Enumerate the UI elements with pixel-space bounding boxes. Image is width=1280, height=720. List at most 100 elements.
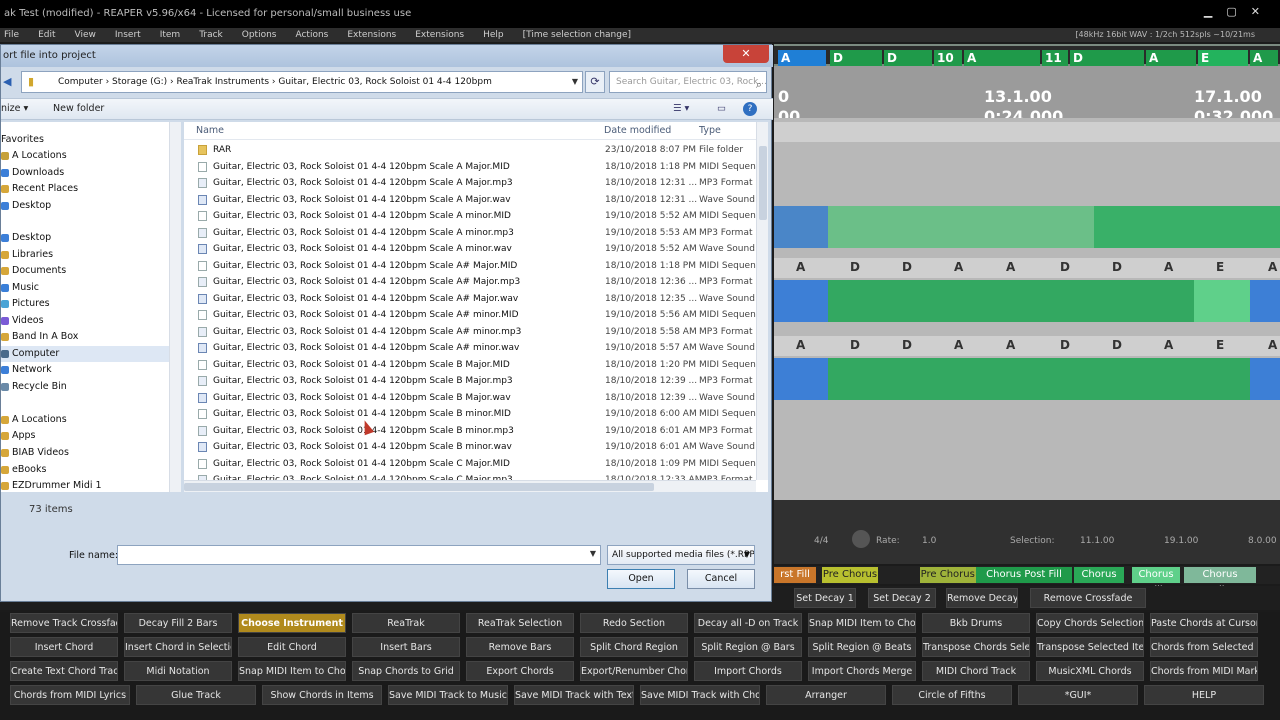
- action-button[interactable]: Snap MIDI Item to Chords: [808, 613, 916, 633]
- file-row[interactable]: RAR 23/10/2018 8:07 PM File folder: [184, 142, 756, 159]
- file-row[interactable]: Guitar, Electric 03, Rock Soloist 01 4-4…: [184, 192, 756, 209]
- chord-lane[interactable]: ADDAADDAEA: [774, 336, 1280, 356]
- nav-item[interactable]: Apps: [1, 428, 36, 444]
- filename-input[interactable]: ▼: [117, 545, 601, 565]
- menu-item[interactable]: Help: [483, 28, 504, 42]
- nav-item[interactable]: Band In A Box: [1, 329, 78, 345]
- nav-item[interactable]: Network: [1, 362, 52, 378]
- file-row[interactable]: Guitar, Electric 03, Rock Soloist 01 4-4…: [184, 324, 756, 341]
- window-controls[interactable]: ▁▢✕: [1204, 5, 1274, 18]
- nav-item[interactable]: Libraries: [1, 247, 53, 263]
- region-header[interactable]: E: [1198, 50, 1248, 66]
- audio-item[interactable]: [774, 206, 1280, 248]
- file-row[interactable]: Guitar, Electric 03, Rock Soloist 01 4-4…: [184, 373, 756, 390]
- file-row[interactable]: Guitar, Electric 03, Rock Soloist 01 4-4…: [184, 307, 756, 324]
- search-input[interactable]: Search Guitar, Electric 03, Rock... ⌕: [609, 71, 767, 93]
- action-button[interactable]: Save MIDI Track to MusicXML with Chords: [388, 685, 508, 705]
- menu-item[interactable]: Insert: [115, 28, 141, 42]
- file-row[interactable]: Guitar, Electric 03, Rock Soloist 01 4-4…: [184, 241, 756, 258]
- action-button[interactable]: Import Chords: [694, 661, 802, 681]
- action-button[interactable]: Paste Chords at Cursor: [1150, 613, 1258, 633]
- action-button[interactable]: Redo Section: [580, 613, 688, 633]
- region-header[interactable]: A: [1146, 50, 1196, 66]
- hscroll-thumb[interactable]: [184, 483, 654, 491]
- column-date[interactable]: Date modified: [604, 122, 671, 140]
- filetype-select[interactable]: All supported media files (*.RPP ▼: [607, 545, 755, 565]
- open-button[interactable]: Open: [607, 569, 675, 589]
- horizontal-scrollbar[interactable]: [184, 480, 756, 492]
- breadcrumb-path[interactable]: Computer › Storage (G:) › ReaTrak Instru…: [58, 77, 492, 87]
- file-row[interactable]: Guitar, Electric 03, Rock Soloist 01 4-4…: [184, 439, 756, 456]
- region-lane[interactable]: A D D 10 A 11 D A E A: [774, 46, 1280, 66]
- region-header[interactable]: 10: [934, 50, 962, 66]
- maximize-icon[interactable]: ▢: [1226, 5, 1250, 18]
- menu-item[interactable]: [Time selection change]: [523, 28, 631, 42]
- action-button[interactable]: Midi Notation: [124, 661, 232, 681]
- organize-button[interactable]: nize ▾: [1, 99, 28, 119]
- menu-item[interactable]: Options: [242, 28, 277, 42]
- refresh-button[interactable]: ⟳: [585, 71, 605, 93]
- menu-item[interactable]: Extensions: [415, 28, 464, 42]
- menu-item[interactable]: Edit: [38, 28, 55, 42]
- menu-item[interactable]: File: [4, 28, 19, 42]
- arrange-view[interactable]: A D D 10 A 11 D A E A 0 00 13.1.00 0:24.000 17.1.00 0:…: [774, 44, 1280, 500]
- action-button[interactable]: Save MIDI Track with Text Chords: [514, 685, 634, 705]
- action-button[interactable]: *GUI*: [1018, 685, 1138, 705]
- action-button[interactable]: Remove Bars: [466, 637, 574, 657]
- new-folder-button[interactable]: New folder: [53, 99, 104, 119]
- nav-item[interactable]: Documents: [1, 263, 66, 279]
- action-button[interactable]: Copy Chords Selection >: [1036, 613, 1144, 633]
- action-button[interactable]: Import Chords Merge: [808, 661, 916, 681]
- chevron-down-icon[interactable]: ▼: [590, 549, 596, 558]
- file-row[interactable]: Guitar, Electric 03, Rock Soloist 01 4-4…: [184, 423, 756, 440]
- action-button[interactable]: Decay Fill 2 Bars: [124, 613, 232, 633]
- action-button[interactable]: Arranger: [766, 685, 886, 705]
- action-button[interactable]: Create Text Chord Track: [10, 661, 118, 681]
- action-button[interactable]: Remove Track Crossfades: [10, 613, 118, 633]
- nav-item[interactable]: A Locations: [1, 412, 67, 428]
- region-button[interactable]: Chorus: [1074, 567, 1124, 583]
- action-button[interactable]: Chords from Selected Notes: [1150, 637, 1258, 657]
- action-button[interactable]: Insert Chord in Selection: [124, 637, 232, 657]
- region-button[interactable]: Pre Chorus: [822, 567, 878, 583]
- region-header[interactable]: A: [1250, 50, 1278, 66]
- nav-item[interactable]: Videos: [1, 313, 44, 329]
- nav-item[interactable]: Music: [1, 280, 39, 296]
- cancel-button[interactable]: Cancel: [687, 569, 755, 589]
- back-icon[interactable]: ◀: [3, 75, 11, 88]
- action-button[interactable]: Show Chords in Items: [262, 685, 382, 705]
- chord-lane[interactable]: [774, 122, 1280, 142]
- region-header[interactable]: A: [778, 50, 826, 66]
- action-button[interactable]: MIDI Chord Track: [922, 661, 1030, 681]
- region-button[interactable]: rst Fill: [774, 567, 816, 583]
- nav-item[interactable]: Recent Places: [1, 181, 78, 197]
- action-button[interactable]: Save MIDI Track with Chord Markers: [640, 685, 760, 705]
- decay-button[interactable]: Remove Crossfade: [1030, 588, 1146, 608]
- chevron-down-icon[interactable]: ▼: [572, 72, 578, 92]
- selection-start[interactable]: 11.1.00: [1080, 536, 1114, 546]
- audio-item[interactable]: [774, 358, 1280, 400]
- file-row[interactable]: Guitar, Electric 03, Rock Soloist 01 4-4…: [184, 357, 756, 374]
- region-button[interactable]: Chorus Ending: [1184, 567, 1256, 596]
- region-header[interactable]: 11: [1042, 50, 1068, 66]
- menu-item[interactable]: Track: [199, 28, 223, 42]
- view-options-icon[interactable]: ☰ ▾: [673, 99, 689, 119]
- action-button[interactable]: Chords from MIDI Lyrics: [10, 685, 130, 705]
- action-button[interactable]: Transpose Selected Items: [1036, 637, 1144, 657]
- nav-item[interactable]: Pictures: [1, 296, 50, 312]
- file-row[interactable]: Guitar, Electric 03, Rock Soloist 01 4-4…: [184, 456, 756, 473]
- decay-button[interactable]: Set Decay 2: [868, 588, 936, 608]
- scroll-thumb[interactable]: [759, 146, 767, 220]
- menu-item[interactable]: Actions: [295, 28, 328, 42]
- nav-item[interactable]: eBooks: [1, 462, 46, 478]
- selection-length[interactable]: 8.0.00: [1248, 536, 1277, 546]
- action-button[interactable]: Export Chords: [466, 661, 574, 681]
- file-row[interactable]: Guitar, Electric 03, Rock Soloist 01 4-4…: [184, 175, 756, 192]
- selection-end[interactable]: 19.1.00: [1164, 536, 1198, 546]
- preview-pane-icon[interactable]: ▭: [717, 99, 726, 119]
- nav-favorites[interactable]: Favorites: [1, 132, 44, 148]
- nav-item[interactable]: Computer: [1, 346, 169, 362]
- action-button[interactable]: Snap Chords to Grid: [352, 661, 460, 681]
- action-button[interactable]: Glue Track: [136, 685, 256, 705]
- file-row[interactable]: Guitar, Electric 03, Rock Soloist 01 4-4…: [184, 390, 756, 407]
